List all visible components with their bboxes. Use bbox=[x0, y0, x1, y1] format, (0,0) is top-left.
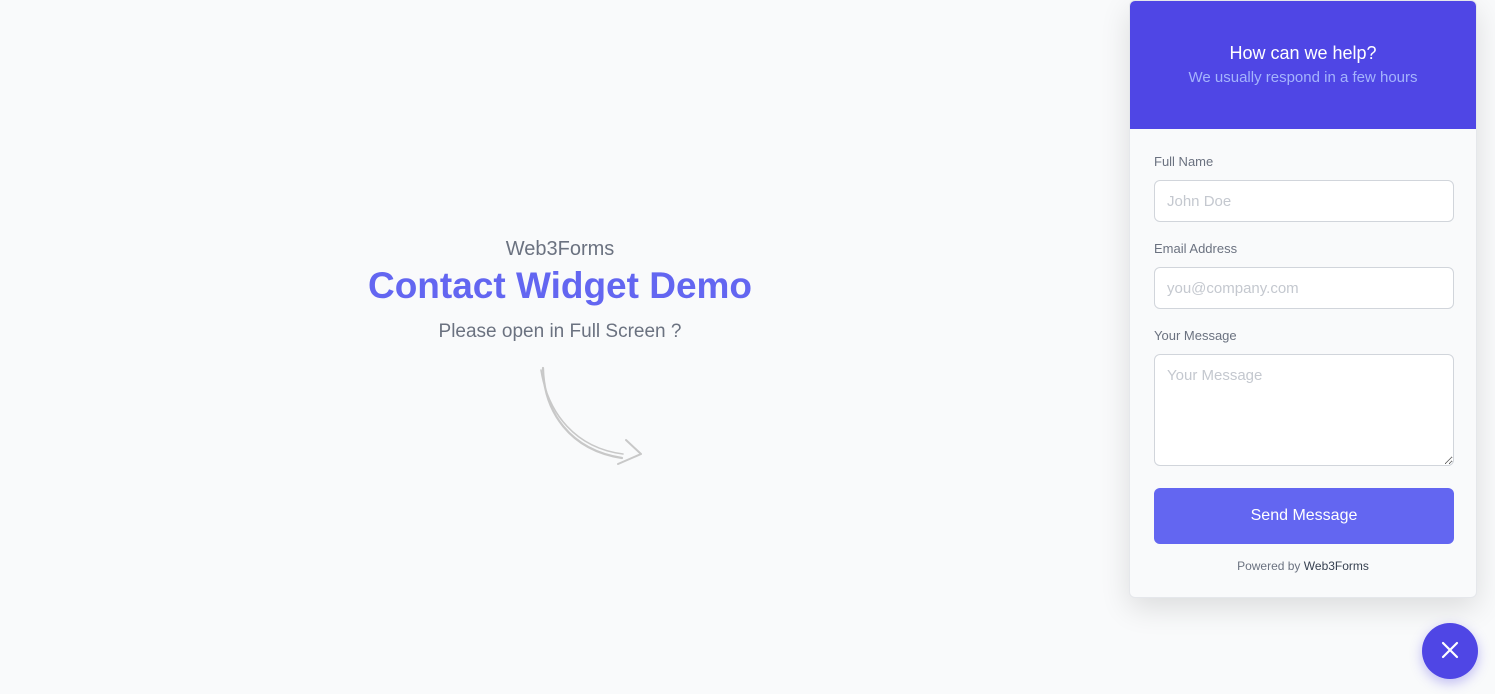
close-icon bbox=[1440, 640, 1460, 663]
full-name-label: Full Name bbox=[1154, 154, 1214, 169]
page: Web3Forms Contact Widget Demo Please ope… bbox=[0, 0, 1495, 694]
hero-subtitle: Please open in Full Screen ? bbox=[438, 321, 682, 342]
message-textarea[interactable] bbox=[1154, 354, 1454, 466]
email-input[interactable] bbox=[1154, 267, 1454, 309]
powered-by: Powered by Web3Forms bbox=[1154, 558, 1452, 574]
curved-arrow-icon bbox=[530, 362, 650, 477]
close-widget-button[interactable] bbox=[1422, 623, 1478, 679]
widget-header: How can we help? We usually respond in a… bbox=[1130, 1, 1476, 129]
powered-by-prefix: Powered by bbox=[1237, 559, 1301, 573]
email-label: Email Address bbox=[1154, 241, 1238, 256]
hero-brand: Web3Forms bbox=[505, 238, 615, 260]
web3forms-link[interactable]: Web3Forms bbox=[1304, 559, 1369, 573]
widget-subtitle: We usually respond in a few hours bbox=[1188, 69, 1418, 86]
full-name-input[interactable] bbox=[1154, 180, 1454, 222]
send-message-button[interactable]: Send Message bbox=[1154, 488, 1454, 544]
message-label: Your Message bbox=[1154, 328, 1237, 343]
widget-title: How can we help? bbox=[1229, 43, 1377, 63]
page-title: Contact Widget Demo bbox=[367, 265, 753, 306]
hero-section: Web3Forms Contact Widget Demo Please ope… bbox=[260, 236, 860, 344]
contact-form: Full Name Email Address Your Message Sen… bbox=[1130, 129, 1476, 574]
contact-widget: How can we help? We usually respond in a… bbox=[1129, 0, 1477, 598]
